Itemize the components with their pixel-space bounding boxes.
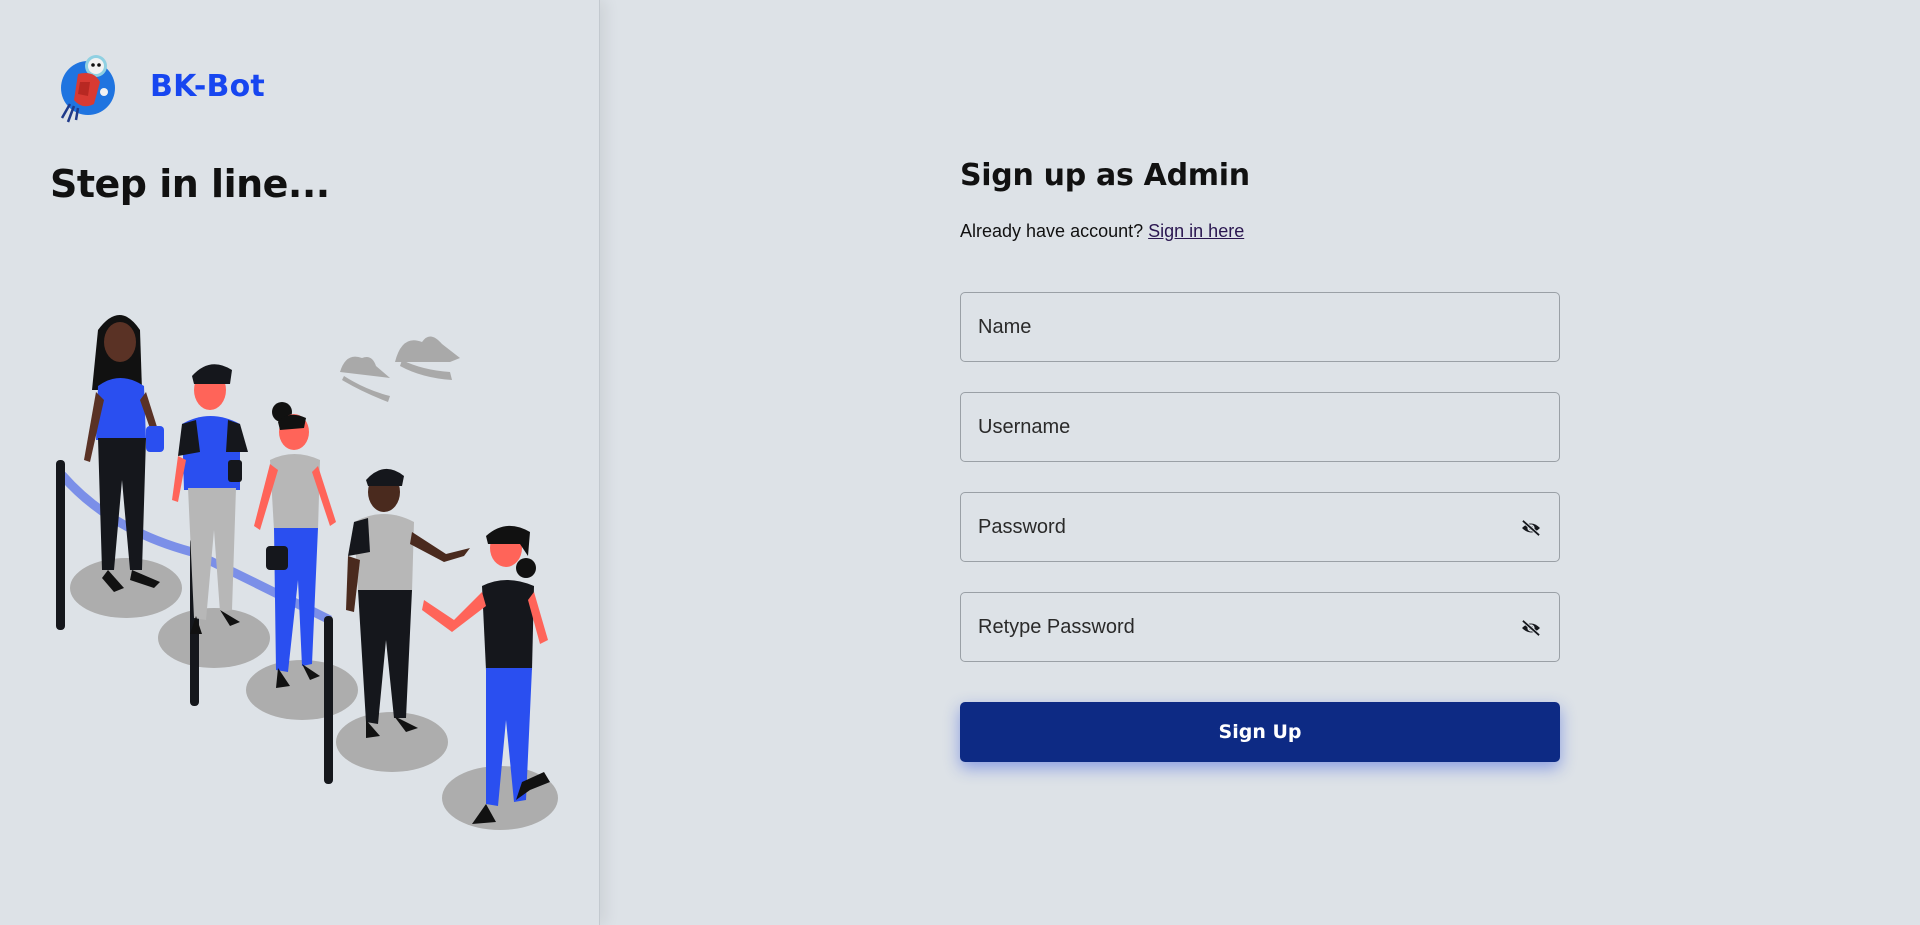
eye-slash-icon[interactable] [1519,616,1543,640]
people-queue-illustration [56,315,558,830]
name-field [960,292,1560,362]
signup-button[interactable]: Sign Up [960,702,1560,762]
form-fields [960,292,1560,662]
username-input[interactable] [961,393,1559,461]
name-input[interactable] [961,293,1559,361]
password-input[interactable] [961,493,1559,561]
right-panel: Sign up as Admin Already have account? S… [601,0,1920,925]
form-title: Sign up as Admin [960,158,1250,193]
signup-form: Sign up as Admin Already have account? S… [960,158,1560,762]
username-field [960,392,1560,462]
brand-header[interactable]: BK-Bot [60,48,265,124]
robot-mascot-icon [60,55,115,123]
signin-link[interactable]: Sign in here [1148,221,1244,241]
password-field [960,492,1560,562]
brand-name: BK-Bot [150,68,265,104]
tagline-heading: Step in line... [50,162,330,206]
eye-slash-icon[interactable] [1519,516,1543,540]
signin-prompt-text: Already have account? [960,221,1144,241]
retype-password-field [960,592,1560,662]
signin-prompt: Already have account? Sign in here [960,221,1560,242]
retype-password-input[interactable] [961,593,1559,661]
left-panel: BK-Bot Step in line... [0,0,600,925]
